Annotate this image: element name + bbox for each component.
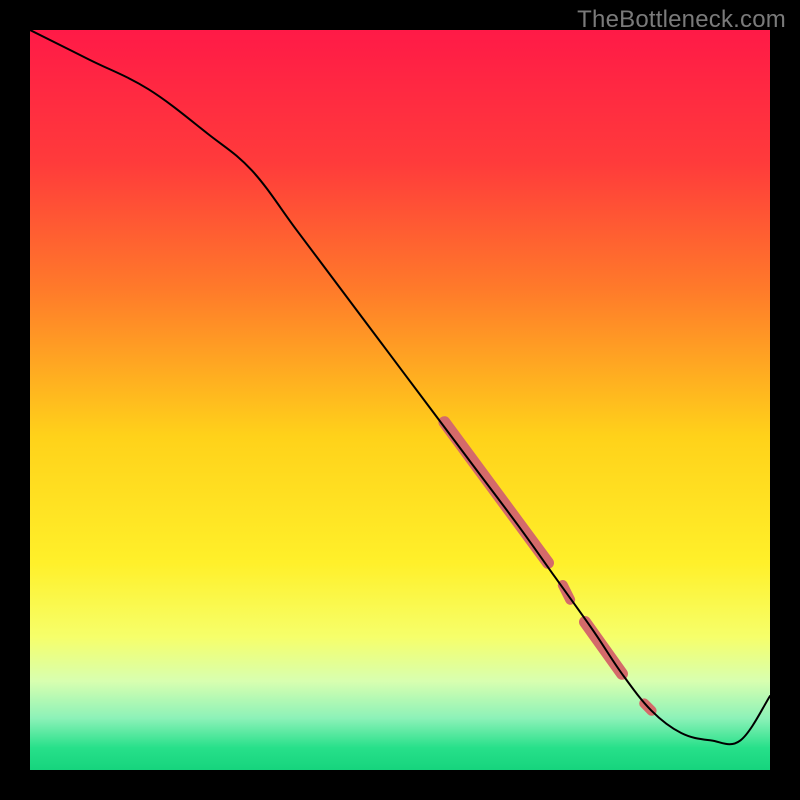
plot-area bbox=[30, 30, 770, 770]
chart-svg bbox=[30, 30, 770, 770]
gradient-background bbox=[30, 30, 770, 770]
chart-stage: TheBottleneck.com bbox=[0, 0, 800, 800]
